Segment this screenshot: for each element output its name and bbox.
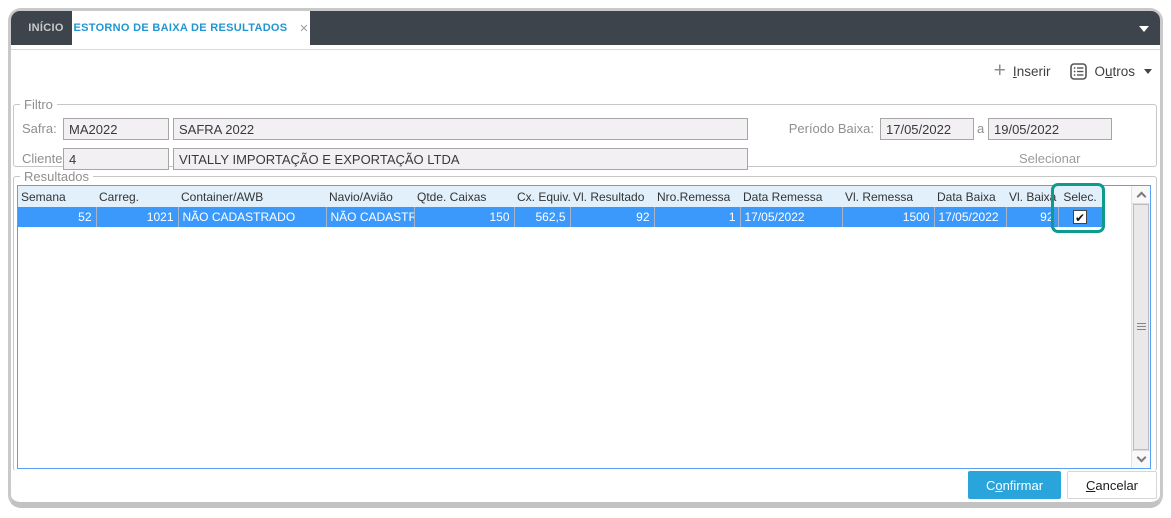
col-semana[interactable]: Semana bbox=[18, 186, 96, 207]
app-window: INÍCIO ESTORNO DE BAIXA DE RESULTADOS × … bbox=[8, 8, 1163, 508]
tab-bar: INÍCIO ESTORNO DE BAIXA DE RESULTADOS × bbox=[11, 11, 1160, 45]
cell-carreg: 1021 bbox=[96, 207, 179, 227]
resultados-legend: Resultados bbox=[24, 169, 90, 184]
chevron-down-icon bbox=[1136, 452, 1146, 463]
filtro-group: Filtro Safra: Período Baixa: a Cliente: … bbox=[13, 97, 1157, 170]
results-grid: Semana Carreg. Container/AWB Navio/Avião… bbox=[17, 183, 1151, 469]
chevron-up-icon bbox=[1136, 191, 1146, 202]
col-carreg[interactable]: Carreg. bbox=[96, 186, 178, 207]
cliente-name-input[interactable] bbox=[173, 148, 748, 170]
col-nro-remessa[interactable]: Nro.Remessa bbox=[654, 186, 740, 207]
tab-inicio-label: INÍCIO bbox=[28, 22, 64, 34]
col-vl-resultado[interactable]: Vl. Resultado bbox=[570, 186, 654, 207]
cancelar-button[interactable]: Cancelar bbox=[1067, 471, 1157, 499]
outros-button[interactable]: Outros bbox=[1070, 63, 1152, 80]
tab-close-icon[interactable]: × bbox=[299, 21, 308, 36]
cell-data-remessa: 17/05/2022 bbox=[740, 207, 843, 227]
scroll-down-button[interactable] bbox=[1132, 450, 1150, 468]
cliente-code-input[interactable] bbox=[63, 148, 169, 170]
cell-qtde-caixas: 150 bbox=[414, 207, 515, 227]
results-table: Semana Carreg. Container/AWB Navio/Avião… bbox=[18, 186, 1103, 227]
cell-cx-equiv: 562,5 bbox=[514, 207, 571, 227]
periodo-from-input[interactable] bbox=[880, 118, 974, 140]
tab-estorno-label: ESTORNO DE BAIXA DE RESULTADOS bbox=[73, 22, 288, 34]
cliente-label: Cliente: bbox=[22, 151, 67, 166]
checkmark-icon: ✔ bbox=[1074, 211, 1086, 226]
safra-name-input[interactable] bbox=[173, 118, 748, 140]
selecionar-button[interactable]: Selecionar bbox=[1019, 148, 1080, 170]
filtro-legend: Filtro bbox=[24, 97, 53, 112]
periodo-baixa-label: Período Baixa: bbox=[788, 121, 874, 136]
inserir-button[interactable]: + Inserir bbox=[993, 58, 1051, 82]
col-data-remessa[interactable]: Data Remessa bbox=[740, 186, 842, 207]
plus-icon: + bbox=[993, 58, 1006, 82]
col-vl-remessa[interactable]: Vl. Remessa bbox=[842, 186, 934, 207]
scrollbar-thumb[interactable] bbox=[1133, 204, 1149, 450]
header-row: Semana Carreg. Container/AWB Navio/Avião… bbox=[18, 186, 1102, 207]
col-container-awb[interactable]: Container/AWB bbox=[178, 186, 326, 207]
vertical-scrollbar bbox=[1131, 186, 1150, 468]
confirmar-label: Confirmar bbox=[985, 477, 1044, 493]
col-vl-baixa[interactable]: Vl. Baixa bbox=[1006, 186, 1058, 207]
cell-data-baixa: 17/05/2022 bbox=[934, 207, 1007, 227]
col-qtde-caixas[interactable]: Qtde. Caixas bbox=[414, 186, 514, 207]
col-selec[interactable]: Selec. bbox=[1058, 186, 1102, 207]
cell-nro-remessa: 1 bbox=[654, 207, 741, 227]
table-row[interactable]: 52 1021 NÃO CADASTRADO NÃO CADASTRADO 15… bbox=[18, 207, 1103, 227]
cell-navio-aviao: NÃO CADASTRADO bbox=[326, 207, 415, 227]
col-navio-aviao[interactable]: Navio/Avião bbox=[326, 186, 414, 207]
list-icon bbox=[1070, 63, 1088, 80]
cell-vl-remessa: 1500 bbox=[842, 207, 935, 227]
col-cx-equiv[interactable]: Cx. Equiv. bbox=[514, 186, 570, 207]
col-data-baixa[interactable]: Data Baixa bbox=[934, 186, 1006, 207]
cell-vl-baixa: 92 bbox=[1006, 207, 1059, 227]
outros-label: Outros bbox=[1094, 64, 1135, 79]
cell-vl-resultado: 92 bbox=[570, 207, 655, 227]
toolbar: + Inserir Outros bbox=[993, 58, 1152, 82]
caret-down-icon bbox=[1144, 69, 1152, 74]
inserir-label: Inserir bbox=[1012, 64, 1051, 79]
row-checkbox[interactable]: ✔ bbox=[1073, 210, 1087, 226]
scrollbar-grip-icon bbox=[1136, 323, 1146, 331]
confirmar-button[interactable]: Confirmar bbox=[968, 471, 1061, 499]
tab-inicio[interactable]: INÍCIO bbox=[20, 11, 72, 45]
tab-estorno-active[interactable]: ESTORNO DE BAIXA DE RESULTADOS × bbox=[72, 11, 310, 45]
tabbar-divider bbox=[11, 49, 1160, 50]
periodo-sep-label: a bbox=[977, 121, 985, 136]
cancelar-label: Cancelar bbox=[1085, 477, 1139, 493]
periodo-to-input[interactable] bbox=[988, 118, 1112, 140]
cell-semana: 52 bbox=[18, 207, 97, 227]
scroll-up-button[interactable] bbox=[1132, 186, 1150, 204]
safra-label: Safra: bbox=[22, 121, 57, 136]
safra-code-input[interactable] bbox=[63, 118, 169, 140]
tabbar-caret-icon[interactable] bbox=[1139, 26, 1149, 32]
cell-container-awb: NÃO CADASTRADO bbox=[178, 207, 327, 227]
cell-selec: ✔ bbox=[1058, 207, 1103, 227]
